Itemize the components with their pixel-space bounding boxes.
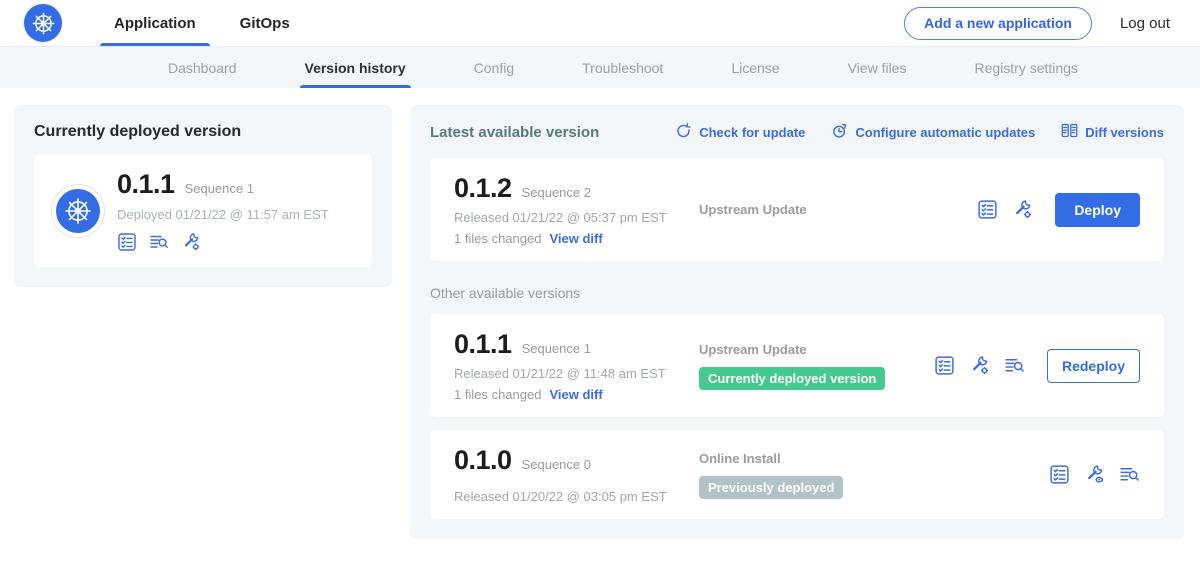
currently-deployed-panel: Currently deployed version 0.1.1 bbox=[14, 105, 392, 287]
deploy-button[interactable]: Deploy bbox=[1055, 193, 1140, 227]
redeploy-button[interactable]: Redeploy bbox=[1047, 349, 1140, 383]
version-number: 0.1.0 bbox=[454, 445, 512, 476]
app-subnav: Dashboard Version history Config Trouble… bbox=[0, 47, 1200, 88]
view-diff-link[interactable]: View diff bbox=[549, 387, 602, 402]
released-timestamp: Released 01/21/22 @ 11:48 am EST bbox=[454, 366, 699, 381]
currently-deployed-badge: Currently deployed version bbox=[699, 367, 885, 390]
deployed-sequence-label: Sequence 1 bbox=[185, 181, 254, 196]
available-versions-panel: Latest available version Check for updat… bbox=[410, 105, 1184, 539]
configure-automatic-updates-link[interactable]: Configure automatic updates bbox=[831, 122, 1035, 142]
deploy-logs-icon[interactable] bbox=[149, 232, 169, 252]
deployed-timestamp: Deployed 01/21/22 @ 11:57 am EST bbox=[117, 207, 329, 222]
version-source-label: Upstream Update bbox=[699, 202, 977, 217]
subnav-view-files[interactable]: View files bbox=[843, 47, 912, 88]
latest-available-title: Latest available version bbox=[430, 124, 599, 141]
version-row-0-1-2: 0.1.2 Sequence 2 Released 01/21/22 @ 05:… bbox=[430, 158, 1164, 261]
subnav-config[interactable]: Config bbox=[469, 47, 519, 88]
top-header: Application GitOps Add a new application… bbox=[0, 0, 1200, 47]
edit-config-icon[interactable] bbox=[969, 355, 990, 376]
subnav-version-history[interactable]: Version history bbox=[300, 47, 411, 88]
version-source-label: Upstream Update bbox=[699, 342, 934, 357]
preflight-checks-icon[interactable] bbox=[977, 199, 998, 220]
sequence-label: Sequence 1 bbox=[522, 341, 591, 356]
edit-config-icon[interactable] bbox=[1012, 199, 1033, 220]
refresh-icon bbox=[675, 122, 692, 142]
preflight-checks-icon[interactable] bbox=[934, 355, 955, 376]
version-row-0-1-0: 0.1.0 Sequence 0 Released 01/20/22 @ 03:… bbox=[430, 430, 1164, 519]
tab-gitops[interactable]: GitOps bbox=[226, 0, 304, 46]
edit-config-icon[interactable] bbox=[181, 232, 201, 252]
deployed-version-number: 0.1.1 bbox=[117, 169, 175, 200]
sequence-label: Sequence 2 bbox=[522, 185, 591, 200]
version-number: 0.1.2 bbox=[454, 173, 512, 204]
subnav-dashboard[interactable]: Dashboard bbox=[163, 47, 242, 88]
diff-versions-link[interactable]: Diff versions bbox=[1061, 122, 1164, 142]
deploy-logs-icon[interactable] bbox=[1004, 355, 1025, 376]
currently-deployed-title: Currently deployed version bbox=[34, 123, 372, 141]
sequence-label: Sequence 0 bbox=[522, 457, 591, 472]
released-timestamp: Released 01/21/22 @ 05:37 pm EST bbox=[454, 210, 699, 225]
other-versions-title: Other available versions bbox=[430, 285, 1164, 301]
check-for-update-link[interactable]: Check for update bbox=[675, 122, 805, 142]
view-diff-link[interactable]: View diff bbox=[549, 231, 602, 246]
app-logo-kubernetes-icon bbox=[56, 189, 100, 233]
logout-link[interactable]: Log out bbox=[1120, 15, 1170, 32]
subnav-license[interactable]: License bbox=[726, 47, 784, 88]
schedule-update-icon bbox=[831, 122, 848, 142]
version-row-0-1-1: 0.1.1 Sequence 1 Released 01/21/22 @ 11:… bbox=[430, 314, 1164, 417]
version-number: 0.1.1 bbox=[454, 329, 512, 360]
files-changed-label: 1 files changed bbox=[454, 387, 541, 402]
released-timestamp: Released 01/20/22 @ 03:05 pm EST bbox=[454, 489, 699, 504]
version-source-label: Online Install bbox=[699, 451, 1049, 466]
tab-application[interactable]: Application bbox=[100, 0, 210, 46]
subnav-registry-settings[interactable]: Registry settings bbox=[969, 47, 1082, 88]
add-application-button[interactable]: Add a new application bbox=[904, 7, 1092, 40]
view-config-icon[interactable] bbox=[1084, 464, 1105, 485]
subnav-troubleshoot[interactable]: Troubleshoot bbox=[577, 47, 668, 88]
kubernetes-wheel-icon bbox=[24, 4, 62, 42]
deployed-version-card: 0.1.1 Sequence 1 Deployed 01/21/22 @ 11:… bbox=[34, 154, 372, 267]
preflight-checks-icon[interactable] bbox=[1049, 464, 1070, 485]
files-changed-label: 1 files changed bbox=[454, 231, 541, 246]
deploy-logs-icon[interactable] bbox=[1119, 464, 1140, 485]
diff-icon bbox=[1061, 122, 1078, 142]
preflight-checks-icon[interactable] bbox=[117, 232, 137, 252]
previously-deployed-badge: Previously deployed bbox=[699, 476, 843, 499]
